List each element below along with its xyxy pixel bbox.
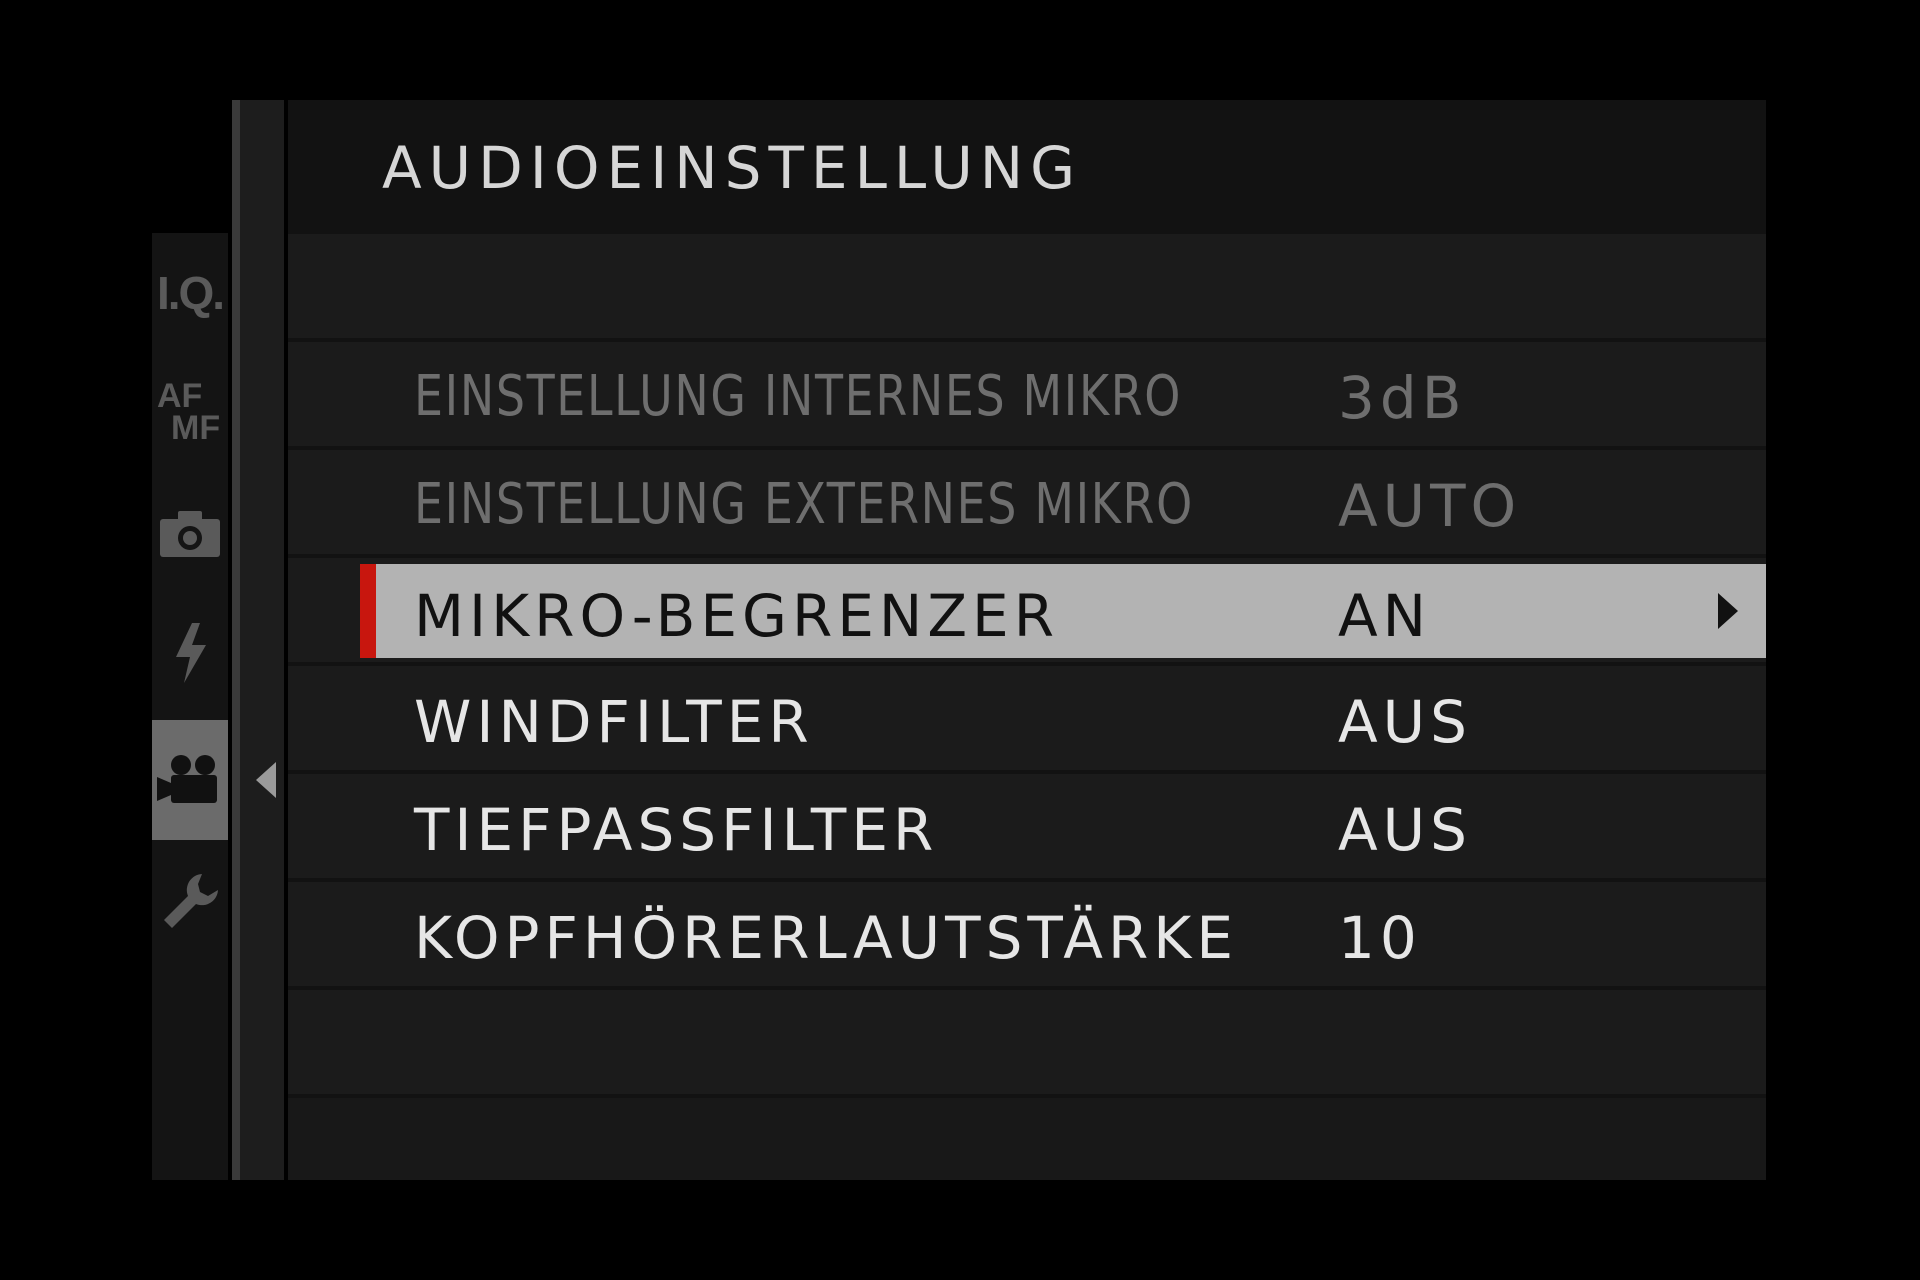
image-quality-icon: I.Q. <box>156 267 225 319</box>
tab-movie[interactable] <box>152 720 228 840</box>
menu-item-value: AUTO <box>1338 472 1522 540</box>
menu-item-value: 3dB <box>1338 364 1467 432</box>
flash-icon <box>176 623 206 683</box>
movie-camera-icon <box>157 755 217 803</box>
menu-item-value: 10 <box>1338 904 1422 972</box>
menu-item-label: WINDFILTER <box>414 688 814 756</box>
empty-row <box>288 234 1766 338</box>
tab-setup[interactable] <box>152 840 228 960</box>
af-mf-icon: AF MF <box>157 377 221 447</box>
menu-item-external-mic[interactable]: EINSTELLUNG EXTERNES MIKRO AUTO <box>288 450 1766 554</box>
menu-item-label: KOPFHÖRERLAUTSTÄRKE <box>414 904 1238 972</box>
menu-item-label: EINSTELLUNG INTERNES MIKRO <box>414 364 1183 429</box>
menu-item-label: MIKRO-BEGRENZER <box>414 582 1060 650</box>
tab-shooting[interactable] <box>152 473 228 593</box>
category-tab-strip: I.Q. AF MF <box>152 233 228 1180</box>
empty-row <box>288 990 1766 1094</box>
menu-item-low-cut-filter[interactable]: TIEFPASSFILTER AUS <box>288 774 1766 878</box>
selection-marker <box>360 564 376 658</box>
tab-image-quality[interactable]: I.Q. <box>152 233 228 353</box>
tab-af-mf[interactable]: AF MF <box>152 353 228 473</box>
back-arrow-icon[interactable] <box>256 762 276 798</box>
menu-item-headphone-volume[interactable]: KOPFHÖRERLAUTSTÄRKE 10 <box>288 882 1766 986</box>
empty-row <box>288 1098 1766 1180</box>
wrench-icon <box>164 874 218 928</box>
menu-item-internal-mic[interactable]: EINSTELLUNG INTERNES MIKRO 3dB <box>288 342 1766 446</box>
menu-panel: AUDIOEINSTELLUNG EINSTELLUNG INTERNES MI… <box>288 100 1766 1180</box>
menu-item-value: AN <box>1338 582 1432 650</box>
submenu-arrow-icon <box>1718 593 1738 629</box>
page-title: AUDIOEINSTELLUNG <box>382 134 1083 202</box>
tab-flash[interactable] <box>152 593 228 713</box>
camera-menu-screen: I.Q. AF MF AUDIOEINSTELLUNG EINSTELLUNG … <box>0 0 1920 1280</box>
menu-item-label: TIEFPASSFILTER <box>414 796 939 864</box>
menu-item-label: EINSTELLUNG EXTERNES MIKRO <box>414 472 1194 537</box>
menu-item-mic-limiter[interactable]: MIKRO-BEGRENZER AN <box>360 564 1766 658</box>
menu-item-wind-filter[interactable]: WINDFILTER AUS <box>288 666 1766 770</box>
menu-divider-line <box>232 100 240 1180</box>
menu-item-value: AUS <box>1338 688 1472 756</box>
menu-item-value: AUS <box>1338 796 1472 864</box>
camera-icon <box>160 511 220 557</box>
menu-header: AUDIOEINSTELLUNG <box>288 100 1766 230</box>
